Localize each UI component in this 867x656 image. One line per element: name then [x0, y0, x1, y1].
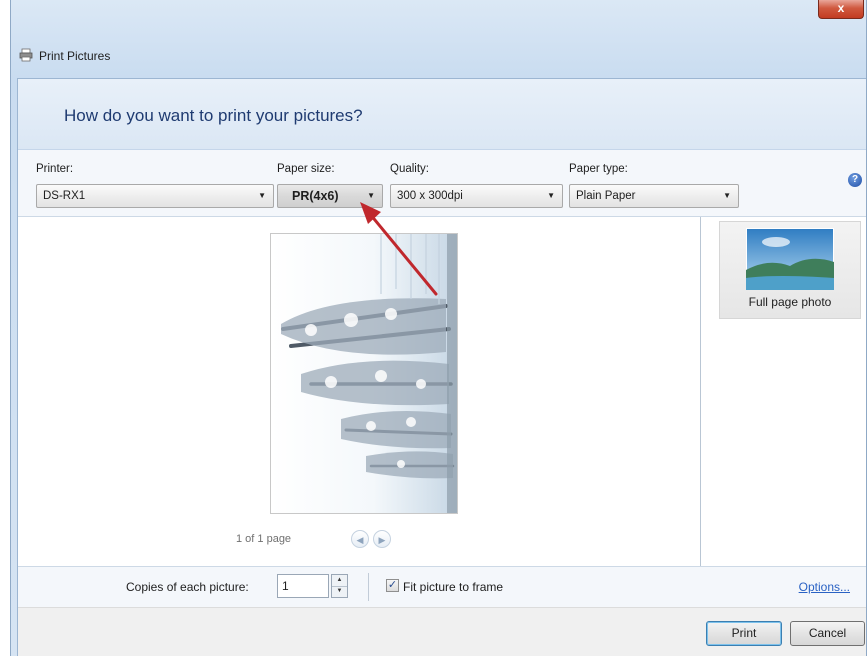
- copies-row: Copies of each picture: 1 ▲ ▼ ✓ Fit pict…: [18, 566, 866, 607]
- snowy-trees-image: [271, 234, 457, 513]
- dialog-footer: Print Cancel: [18, 607, 866, 656]
- chevron-down-icon: ▼: [258, 191, 266, 200]
- print-preview: [270, 233, 458, 514]
- paper-type-label: Paper type:: [569, 163, 628, 175]
- printer-icon: [19, 48, 33, 62]
- print-options-row: Printer: DS-RX1 ▼ Paper size: PR(4x6) ▼ …: [18, 150, 866, 217]
- options-link[interactable]: Options...: [799, 580, 850, 594]
- copies-stepper[interactable]: ▲ ▼: [331, 574, 348, 598]
- paper-type-value: Plain Paper: [576, 190, 636, 202]
- title-bar: Print Pictures x: [11, 0, 866, 78]
- layout-panel: Full page photo: [701, 217, 866, 566]
- help-icon[interactable]: ?: [848, 173, 862, 187]
- chevron-down-icon: ▼: [547, 191, 555, 200]
- layout-full-page-photo[interactable]: Full page photo: [719, 221, 861, 319]
- copies-label: Copies of each picture:: [126, 580, 249, 594]
- copies-input[interactable]: 1: [277, 574, 329, 598]
- window-title: Print Pictures: [39, 49, 111, 63]
- next-page-button[interactable]: ▶: [373, 530, 391, 548]
- quality-value: 300 x 300dpi: [397, 190, 463, 202]
- printer-label: Printer:: [36, 163, 74, 175]
- print-button[interactable]: Print: [706, 621, 782, 646]
- arrow-right-icon: ▶: [378, 535, 386, 545]
- paper-size-label: Paper size:: [277, 163, 335, 175]
- quality-label: Quality:: [390, 163, 429, 175]
- close-button[interactable]: x: [818, 0, 864, 19]
- paper-size-select[interactable]: PR(4x6) ▼: [277, 184, 383, 208]
- fit-picture-label: Fit picture to frame: [403, 580, 504, 594]
- landscape-thumbnail-icon: [746, 228, 834, 290]
- paper-type-select[interactable]: Plain Paper ▼: [569, 184, 739, 208]
- previous-page-button[interactable]: ◀: [351, 530, 369, 548]
- page-title: How do you want to print your pictures?: [64, 106, 363, 125]
- paper-size-value: PR(4x6): [292, 189, 339, 203]
- arrow-left-icon: ◀: [356, 535, 364, 545]
- chevron-down-icon: ▼: [367, 191, 375, 200]
- printer-value: DS-RX1: [43, 190, 86, 202]
- spin-down-icon[interactable]: ▼: [332, 586, 347, 597]
- heading-band: How do you want to print your pictures?: [18, 79, 866, 150]
- quality-select[interactable]: 300 x 300dpi ▼: [390, 184, 563, 208]
- page-counter: 1 of 1 page: [236, 533, 292, 545]
- layout-label: Full page photo: [748, 295, 832, 309]
- close-icon: x: [837, 1, 845, 15]
- print-pictures-dialog: Print Pictures x How do you want to prin…: [10, 0, 867, 656]
- preview-area: 1 of 1 page ◀ ▶: [18, 217, 701, 566]
- fit-picture-checkbox[interactable]: ✓: [386, 579, 399, 592]
- cancel-button[interactable]: Cancel: [790, 621, 865, 646]
- divider: [368, 573, 369, 601]
- dialog-content: How do you want to print your pictures? …: [17, 78, 866, 656]
- chevron-down-icon: ▼: [723, 191, 731, 200]
- printer-select[interactable]: DS-RX1 ▼: [36, 184, 274, 208]
